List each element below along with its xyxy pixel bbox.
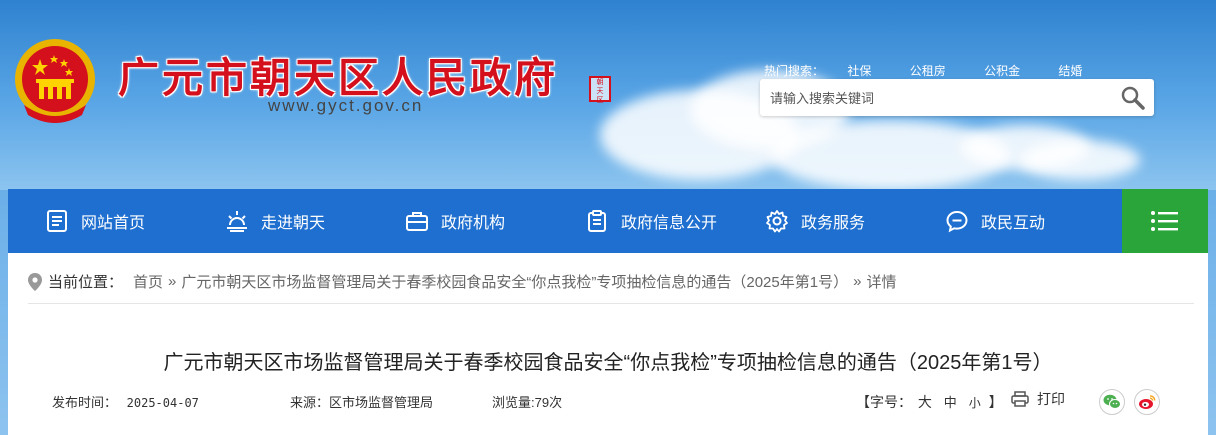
hot-search-item[interactable]: 结婚 [1058, 62, 1082, 79]
search-input[interactable] [768, 87, 1112, 109]
weibo-icon [1139, 395, 1156, 409]
hot-search-label: 热门搜索： [764, 64, 825, 78]
chat-icon [946, 210, 968, 233]
sunrise-icon [227, 211, 247, 232]
main-nav: 网站首页 走进朝天 政府机构 政府信息公开 政务服务 政民互动 [8, 189, 1208, 253]
share-weibo-button[interactable] [1134, 389, 1160, 415]
briefcase-icon [406, 212, 428, 231]
seal-stamp: 朝天区 [589, 76, 611, 104]
search-icon[interactable] [1120, 85, 1146, 111]
printer-icon [1011, 391, 1029, 407]
hot-search-item[interactable]: 公积金 [984, 62, 1020, 79]
font-size-label: 【字号： [856, 394, 912, 410]
divider [28, 303, 1194, 304]
views-label: 浏览量: [492, 395, 535, 410]
font-size-control: 【字号： 大 中 小 】 [856, 392, 1003, 412]
font-size-small-button[interactable]: 小 [969, 396, 981, 410]
print-label: 打印 [1037, 391, 1065, 407]
nav-item-label: 政府信息公开 [621, 215, 718, 232]
nav-item-label: 政府机构 [441, 215, 506, 232]
publish-date-value: 2025-04-07 [126, 396, 199, 410]
article-source: 来源：区市场监督管理局 [290, 392, 433, 411]
hot-search-item[interactable]: 公租房 [910, 62, 946, 79]
breadcrumb: 当前位置： 首页 » 广元市朝天区市场监督管理局关于春季校园食品安全“你点我检”… [28, 271, 896, 292]
document-icon [47, 210, 67, 232]
location-pin-icon [28, 272, 42, 291]
nav-item-services[interactable]: 政务服务 [765, 189, 865, 253]
gear-icon [766, 210, 788, 233]
nav-item-label: 走进朝天 [261, 215, 326, 232]
site-header: 广元市朝天区人民政府 朝天区 www.gyct.gov.cn 热门搜索： 社保 … [0, 0, 1216, 190]
views-value: 79次 [534, 395, 563, 410]
share-wechat-button[interactable] [1099, 389, 1125, 415]
view-count: 浏览量:79次 [492, 392, 562, 411]
clipboard-icon [588, 210, 606, 232]
search-box [760, 79, 1154, 116]
breadcrumb-current: 详情 [866, 274, 897, 291]
breadcrumb-separator: » [853, 273, 862, 290]
publish-date: 发布时间： 2025-04-07 [52, 392, 199, 411]
publish-date-label: 发布时间： [52, 395, 118, 410]
breadcrumb-article-link[interactable]: 广元市朝天区市场监督管理局关于春季校园食品安全“你点我检”专项抽检信息的通告（2… [181, 271, 848, 292]
print-button[interactable]: 打印 [1011, 389, 1065, 409]
site-url: www.gyct.gov.cn [268, 96, 424, 115]
article-title: 广元市朝天区市场监督管理局关于春季校园食品安全“你点我检”专项抽检信息的通告（2… [163, 352, 1053, 374]
nav-item-about[interactable]: 走进朝天 [225, 189, 325, 253]
breadcrumb-home-link[interactable]: 首页 [133, 271, 163, 292]
nav-item-label: 政民互动 [981, 215, 1046, 232]
nav-item-home[interactable]: 网站首页 [45, 189, 145, 253]
wechat-icon [1103, 394, 1121, 409]
national-emblem-icon [15, 39, 95, 123]
menu-toggle-button[interactable] [1122, 189, 1208, 253]
breadcrumb-label: 当前位置： [48, 274, 124, 291]
hamburger-icon [1151, 211, 1178, 231]
nav-item-interaction[interactable]: 政民互动 [945, 189, 1045, 253]
article-panel: 当前位置： 首页 » 广元市朝天区市场监督管理局关于春季校园食品安全“你点我检”… [8, 253, 1208, 435]
nav-item-label: 政务服务 [801, 215, 866, 232]
font-size-large-button[interactable]: 大 [918, 394, 932, 410]
breadcrumb-separator: » [168, 273, 177, 290]
source-label: 来源： [290, 395, 330, 410]
nav-item-label: 网站首页 [81, 215, 146, 232]
font-size-bracket: 】 [988, 394, 1003, 410]
font-size-medium-button[interactable]: 中 [944, 395, 957, 410]
hot-search: 热门搜索： 社保 公租房 公积金 结婚 [764, 62, 1117, 79]
site-title: 广元市朝天区人民政府 [118, 54, 558, 102]
hot-search-item[interactable]: 社保 [847, 62, 871, 79]
source-value: 区市场监督管理局 [329, 395, 434, 410]
nav-item-disclosure[interactable]: 政府信息公开 [585, 189, 717, 253]
nav-item-agencies[interactable]: 政府机构 [405, 189, 505, 253]
